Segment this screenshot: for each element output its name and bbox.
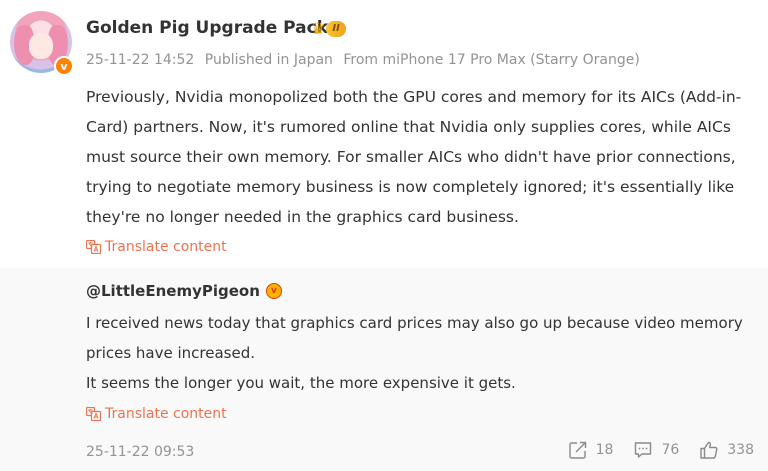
translate-content-link[interactable]: Translate content xyxy=(86,239,227,255)
share-icon xyxy=(568,441,586,459)
comment-actions: 18 76 338 xyxy=(548,440,754,460)
post-source: From miPhone 17 Pro Max (Starry Orange) xyxy=(343,52,640,68)
comment-line: It seems the longer you wait, the more e… xyxy=(86,374,516,392)
verified-badge-icon: v xyxy=(265,283,282,299)
comment-footer: 25-11-22 09:53 18 76 338 xyxy=(0,438,768,466)
translate-icon xyxy=(86,407,101,421)
share-button[interactable]: 18 xyxy=(568,440,614,460)
translate-icon xyxy=(86,240,101,254)
comment-date: 25-11-22 09:53 xyxy=(86,444,195,460)
comment-icon xyxy=(635,442,652,458)
crown-icon: ♛ xyxy=(311,19,326,38)
post-meta: 25-11-22 14:52 Published in Japan From m… xyxy=(86,52,646,68)
comment-body-text: I received news today that graphics card… xyxy=(86,308,758,398)
comment-line: I received news today that graphics card… xyxy=(86,314,743,362)
translate-content-label: Translate content xyxy=(105,406,227,422)
post-location: Published in Japan xyxy=(204,52,333,68)
comment-author-name[interactable]: @LittleEnemyPigeon xyxy=(86,282,260,300)
translate-content-label: Translate content xyxy=(105,239,227,255)
avatar-face xyxy=(29,33,53,59)
like-button[interactable]: 338 xyxy=(699,440,754,460)
comment-translate-content-link[interactable]: Translate content xyxy=(86,406,227,422)
post-author-name[interactable]: Golden Pig Upgrade Pack xyxy=(86,18,328,38)
thumbs-up-icon xyxy=(700,441,718,459)
comment-author[interactable]: @LittleEnemyPigeon v xyxy=(86,282,282,300)
post-body-text: Previously, Nvidia monopolized both the … xyxy=(86,88,742,226)
like-count: 338 xyxy=(727,442,754,458)
comment-button[interactable]: 76 xyxy=(633,440,679,460)
post-timestamp[interactable]: 25-11-22 14:52 xyxy=(86,52,194,68)
level-badge[interactable]: ♛ II xyxy=(311,20,357,38)
comment-count: 76 xyxy=(661,442,680,458)
level-badge-label: II xyxy=(326,21,346,37)
share-count: 18 xyxy=(595,442,614,458)
weibo-post: v Golden Pig Upgrade Pack ♛ II 25-11-22 … xyxy=(0,0,768,268)
comment-section: @LittleEnemyPigeon v I received news tod… xyxy=(0,268,768,471)
verified-badge-icon: v xyxy=(54,56,74,76)
